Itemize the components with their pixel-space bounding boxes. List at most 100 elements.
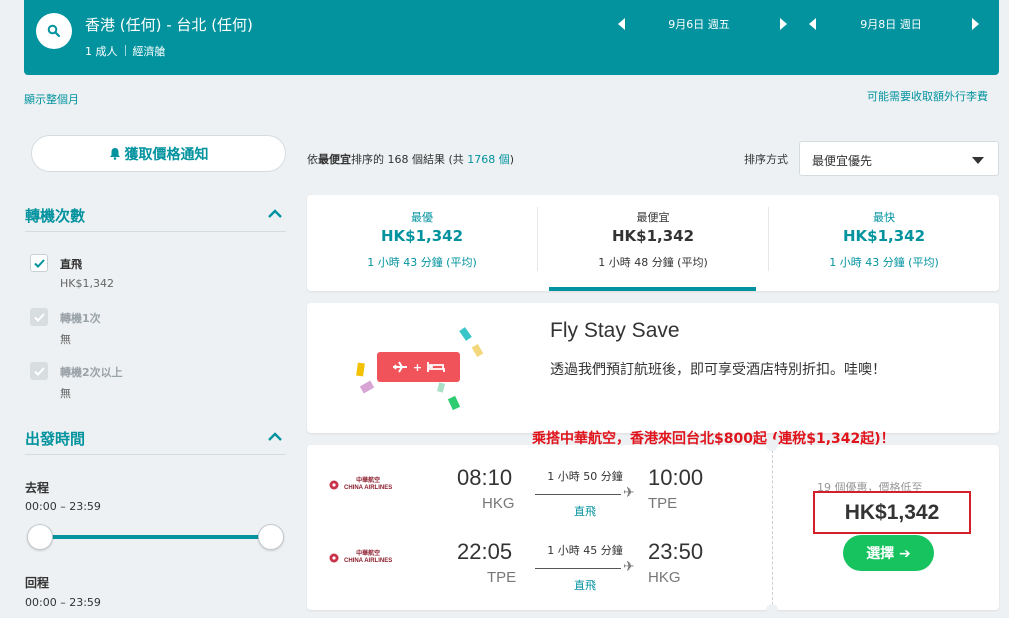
chevron-up-icon[interactable] <box>267 432 283 442</box>
plane-icon: ✈ <box>623 559 635 575</box>
airline-name-en: CHINA AIRLINES <box>344 558 393 564</box>
stops-direct-price: HK$1,342 <box>60 277 114 290</box>
times-section-title[interactable]: 出發時間 <box>25 428 85 449</box>
flight-price: HK$1,342 <box>844 500 940 524</box>
outbound-dep-code: HKG <box>482 495 515 512</box>
stops-one-checkbox[interactable] <box>30 308 48 326</box>
stops-direct-checkbox[interactable] <box>30 254 48 272</box>
outbound-slider-min-handle[interactable] <box>27 524 53 550</box>
checkmark-icon <box>33 258 45 268</box>
caret-down-icon <box>972 157 984 164</box>
fly-stay-save-promo[interactable]: + Fly Stay Save 透過我們預訂航班後，即可享受酒店特別折扣。哇噢！ <box>307 303 999 433</box>
results-count: 依最便宜排序的 168 個結果 (共 1768 個) <box>307 151 514 167</box>
tab-cheapest-duration: 1 小時 48 分鐘 (平均) <box>598 256 708 269</box>
active-tab-indicator <box>549 287 756 291</box>
tab-best-price: HK$1,342 <box>380 227 464 245</box>
return-time-range: 00:00 – 23:59 <box>25 596 101 609</box>
tab-cheapest-price: HK$1,342 <box>611 227 695 245</box>
stops-two-plus-price: 無 <box>60 387 71 400</box>
plum-blossom-icon <box>329 553 339 563</box>
select-flight-button[interactable]: 選擇 ➔ <box>843 535 934 571</box>
stops-two-plus-label[interactable]: 轉機2次以上 <box>60 364 123 380</box>
depart-date[interactable]: 9月6日 週五 <box>650 16 748 32</box>
promo-description: 透過我們預訂航班後，即可享受酒店特別折扣。哇噢！ <box>550 362 886 378</box>
flight-hotel-badge: + <box>377 352 460 382</box>
inbound-dep-time: 22:05 <box>457 539 513 564</box>
tab-cheapest-label: 最便宜 <box>636 211 670 224</box>
confetti-decoration <box>447 395 461 411</box>
inbound-arr-time: 23:50 <box>648 539 704 564</box>
plum-blossom-icon <box>329 480 339 490</box>
stops-direct-label[interactable]: 直飛 <box>60 256 82 272</box>
sort-dropdown-value: 最便宜優先 <box>812 154 873 168</box>
outbound-slider-max-handle[interactable] <box>258 524 284 550</box>
results-total-link[interactable]: 1768 個 <box>467 153 510 166</box>
tab-fastest-label: 最快 <box>873 211 895 224</box>
outbound-arr-code: TPE <box>648 495 678 512</box>
return-label: 回程 <box>25 576 50 590</box>
stops-one-label[interactable]: 轉機1次 <box>60 310 101 326</box>
results-count-prefix: 依 <box>307 153 318 166</box>
inbound-stops: 直飛 <box>574 579 596 592</box>
sort-label: 排序方式 <box>744 153 788 166</box>
checkmark-icon <box>33 312 45 322</box>
stops-section-title[interactable]: 轉機次數 <box>25 205 85 226</box>
flight-result-card[interactable]: 中華航空 CHINA AIRLINES 08:10 HKG 1 小時 50 分鐘 … <box>307 439 999 616</box>
outbound-stops: 直飛 <box>574 505 596 518</box>
passenger-cabin-summary: 1 成人 經濟艙 <box>85 43 166 59</box>
bed-icon <box>427 362 446 372</box>
outbound-duration: 1 小時 50 分鐘 <box>547 470 623 483</box>
confetti-decoration <box>436 382 446 393</box>
outbound-arr-time: 10:00 <box>648 465 704 490</box>
tab-best-duration: 1 小時 43 分鐘 (平均) <box>367 256 477 269</box>
next-return-date-icon[interactable] <box>972 18 979 30</box>
plane-icon <box>392 361 407 373</box>
passenger-count: 1 成人 <box>85 45 118 58</box>
promo-title: Fly Stay Save <box>550 319 680 342</box>
search-summary-bar[interactable]: 香港 (任何) - 台北 (任何) 1 成人 經濟艙 9月6日 週五 9月8日 週… <box>24 0 999 75</box>
prev-return-date-icon[interactable] <box>809 18 816 30</box>
outbound-time-slider[interactable] <box>40 535 270 539</box>
price-highlight-box: HK$1,342 <box>813 491 971 534</box>
search-icon <box>47 24 61 38</box>
tab-cheapest[interactable]: 最便宜 HK$1,342 1 小時 48 分鐘 (平均) <box>538 195 768 291</box>
plane-icon: ✈ <box>623 485 635 501</box>
show-month-link[interactable]: 顯示整個月 <box>24 91 79 107</box>
airline-logo: 中華航空 CHINA AIRLINES <box>327 478 392 492</box>
tab-fastest-duration: 1 小時 43 分鐘 (平均) <box>829 256 939 269</box>
search-button[interactable] <box>36 13 72 49</box>
airline-name-cn: 中華航空 <box>356 478 381 484</box>
sort-dropdown[interactable]: 最便宜優先 <box>799 141 999 176</box>
route-title: 香港 (任何) - 台北 (任何) <box>85 16 253 34</box>
checkmark-icon <box>33 366 45 376</box>
tab-best[interactable]: 最優 HK$1,342 1 小時 43 分鐘 (平均) <box>307 195 537 291</box>
results-count-middle: 排序的 168 個結果 (共 <box>351 153 468 166</box>
results-count-sort: 最便宜 <box>318 153 351 166</box>
next-depart-date-icon[interactable] <box>780 18 787 30</box>
outbound-time-range: 00:00 – 23:59 <box>25 500 101 513</box>
results-count-suffix: ) <box>509 153 515 166</box>
airline-logo: 中華航空 CHINA AIRLINES <box>327 551 392 565</box>
sort-tabs: 最優 HK$1,342 1 小時 43 分鐘 (平均) 最便宜 HK$1,342… <box>307 195 999 291</box>
tab-fastest-price: HK$1,342 <box>842 227 926 245</box>
airline-name-en: CHINA AIRLINES <box>344 485 393 491</box>
inbound-dep-code: TPE <box>487 569 517 586</box>
tab-fastest[interactable]: 最快 HK$1,342 1 小時 43 分鐘 (平均) <box>769 195 999 291</box>
return-date[interactable]: 9月8日 週日 <box>842 16 940 32</box>
outbound-dep-time: 08:10 <box>457 465 513 490</box>
stops-one-price: 無 <box>60 333 71 346</box>
confetti-decoration <box>356 362 365 377</box>
badge-plus: + <box>412 360 423 374</box>
cabin-class: 經濟艙 <box>132 45 166 58</box>
chevron-up-icon[interactable] <box>267 209 283 219</box>
price-alert-button[interactable]: 獲取價格通知 <box>31 135 286 172</box>
bell-icon <box>109 148 120 160</box>
stops-two-plus-checkbox[interactable] <box>30 362 48 380</box>
confetti-decoration <box>359 380 375 394</box>
extra-bag-fees-link[interactable]: 可能需要收取額外行李費 <box>867 88 988 104</box>
prev-depart-date-icon[interactable] <box>618 18 625 30</box>
airline-name-cn: 中華航空 <box>356 551 381 557</box>
price-alert-label: 獲取價格通知 <box>124 146 209 163</box>
confetti-decoration <box>459 327 472 341</box>
confetti-decoration <box>471 343 484 358</box>
